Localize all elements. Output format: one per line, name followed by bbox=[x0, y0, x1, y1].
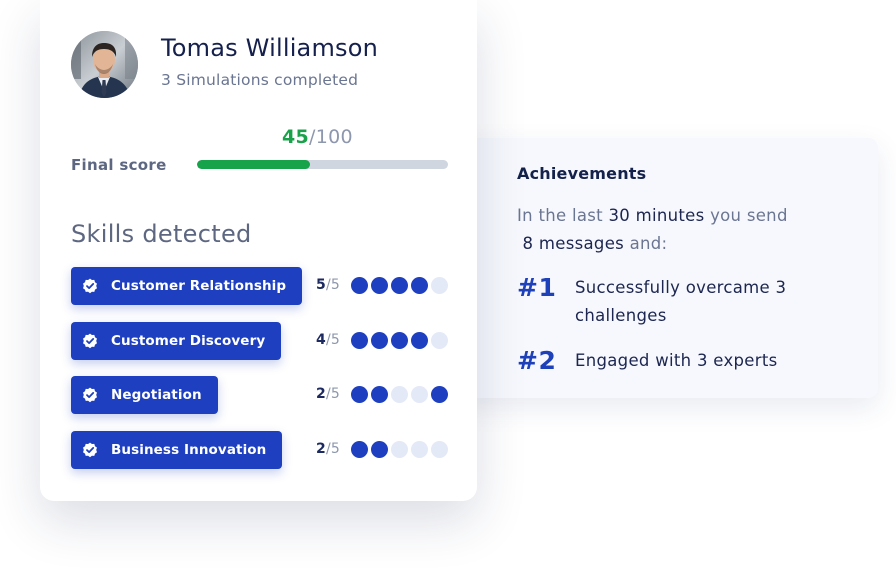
rating-dot-filled bbox=[351, 441, 368, 458]
skill-score-value: 2 bbox=[316, 386, 326, 402]
skill-score: 5/5 bbox=[316, 277, 340, 293]
skills-heading: Skills detected bbox=[71, 220, 252, 248]
rating-dot-filled bbox=[411, 332, 428, 349]
rating-dot-filled bbox=[371, 441, 388, 458]
rating-dot-filled bbox=[351, 332, 368, 349]
achievement-rank: #1 bbox=[517, 273, 557, 302]
skill-rating-dots bbox=[351, 441, 451, 459]
skill-score-value: 2 bbox=[316, 441, 326, 457]
skill-chip[interactable]: Customer Relationship bbox=[71, 267, 303, 305]
avatar[interactable] bbox=[71, 31, 138, 98]
rating-dot-filled bbox=[391, 332, 408, 349]
skill-score-value: 4 bbox=[316, 332, 326, 348]
score-max: 100 bbox=[315, 126, 353, 148]
rating-dot-filled bbox=[371, 277, 388, 294]
skill-chip[interactable]: Customer Discovery bbox=[71, 322, 282, 360]
rating-dot-empty bbox=[431, 277, 448, 294]
skill-score: 4/5 bbox=[316, 332, 340, 348]
skill-label: Customer Relationship bbox=[111, 278, 287, 294]
simulations-count: 3 Simulations completed bbox=[161, 71, 359, 89]
achievements-title: Achievements bbox=[517, 164, 647, 183]
skill-score-value: 5 bbox=[316, 277, 326, 293]
rating-dot-empty bbox=[391, 386, 408, 403]
rating-dot-empty bbox=[431, 441, 448, 458]
rating-dot-filled bbox=[371, 332, 388, 349]
rating-dot-filled bbox=[391, 277, 408, 294]
skill-chip[interactable]: Negotiation bbox=[71, 376, 218, 414]
profile-card: Tomas Williamson 3 Simulations completed… bbox=[40, 0, 477, 501]
skill-row: Negotiation 2/5 bbox=[71, 376, 451, 414]
intro-text-a: In the last bbox=[517, 206, 609, 225]
rating-dot-filled bbox=[411, 277, 428, 294]
intro-text-c: you send bbox=[704, 206, 788, 225]
intro-duration: 30 minutes bbox=[608, 206, 705, 225]
skill-rating-dots bbox=[351, 277, 451, 295]
skill-score-max: /5 bbox=[325, 441, 340, 457]
verified-badge-icon bbox=[83, 442, 97, 458]
rating-dot-empty bbox=[391, 441, 408, 458]
skill-score-max: /5 bbox=[325, 386, 340, 402]
skill-score-max: /5 bbox=[325, 332, 340, 348]
skill-label: Negotiation bbox=[111, 387, 202, 403]
intro-text-e: and: bbox=[624, 234, 668, 253]
skill-score: 2/5 bbox=[316, 386, 340, 402]
intro-messages: 8 messages bbox=[522, 234, 625, 253]
verified-badge-icon bbox=[83, 333, 97, 349]
skill-score-max: /5 bbox=[325, 277, 340, 293]
score-progress-fill bbox=[197, 160, 310, 169]
achievement-text: Engaged with 3 experts bbox=[575, 351, 778, 370]
skill-label: Business Innovation bbox=[111, 442, 267, 458]
rating-dot-empty bbox=[411, 386, 428, 403]
achievement-rank: #2 bbox=[517, 346, 557, 375]
rating-dot-filled bbox=[431, 386, 448, 403]
score-achieved: 45 bbox=[282, 126, 310, 148]
skill-rating-dots bbox=[351, 332, 451, 350]
skill-row: Customer Discovery 4/5 bbox=[71, 322, 451, 360]
rating-dot-filled bbox=[371, 386, 388, 403]
final-score-value: 45/100 bbox=[282, 126, 353, 148]
skill-chip[interactable]: Business Innovation bbox=[71, 431, 283, 469]
achievement-text: Successfully overcame 3 challenges bbox=[575, 278, 787, 325]
skill-rating-dots bbox=[351, 386, 451, 404]
verified-badge-icon bbox=[83, 278, 97, 294]
skill-score: 2/5 bbox=[316, 441, 340, 457]
skill-row: Customer Relationship 5/5 bbox=[71, 267, 451, 305]
rating-dot-empty bbox=[431, 332, 448, 349]
achievement-item: #1 Successfully overcame 3 challenges bbox=[517, 274, 845, 330]
stage: Achievements In the last 30 minutes you … bbox=[0, 0, 896, 579]
profile-name: Tomas Williamson bbox=[161, 34, 379, 62]
avatar-photo bbox=[71, 31, 138, 98]
skill-label: Customer Discovery bbox=[111, 333, 266, 349]
rating-dot-filled bbox=[351, 386, 368, 403]
score-separator: / bbox=[309, 126, 316, 148]
rating-dot-filled bbox=[351, 277, 368, 294]
final-score-label: Final score bbox=[71, 156, 167, 174]
skill-row: Business Innovation 2/5 bbox=[71, 431, 451, 469]
achievements-intro: In the last 30 minutes you send 8 messag… bbox=[517, 202, 847, 258]
achievements-card: Achievements In the last 30 minutes you … bbox=[460, 138, 878, 398]
score-progress-bar bbox=[197, 160, 448, 169]
verified-badge-icon bbox=[83, 387, 97, 403]
achievement-item: #2 Engaged with 3 experts bbox=[517, 347, 845, 375]
rating-dot-empty bbox=[411, 441, 428, 458]
